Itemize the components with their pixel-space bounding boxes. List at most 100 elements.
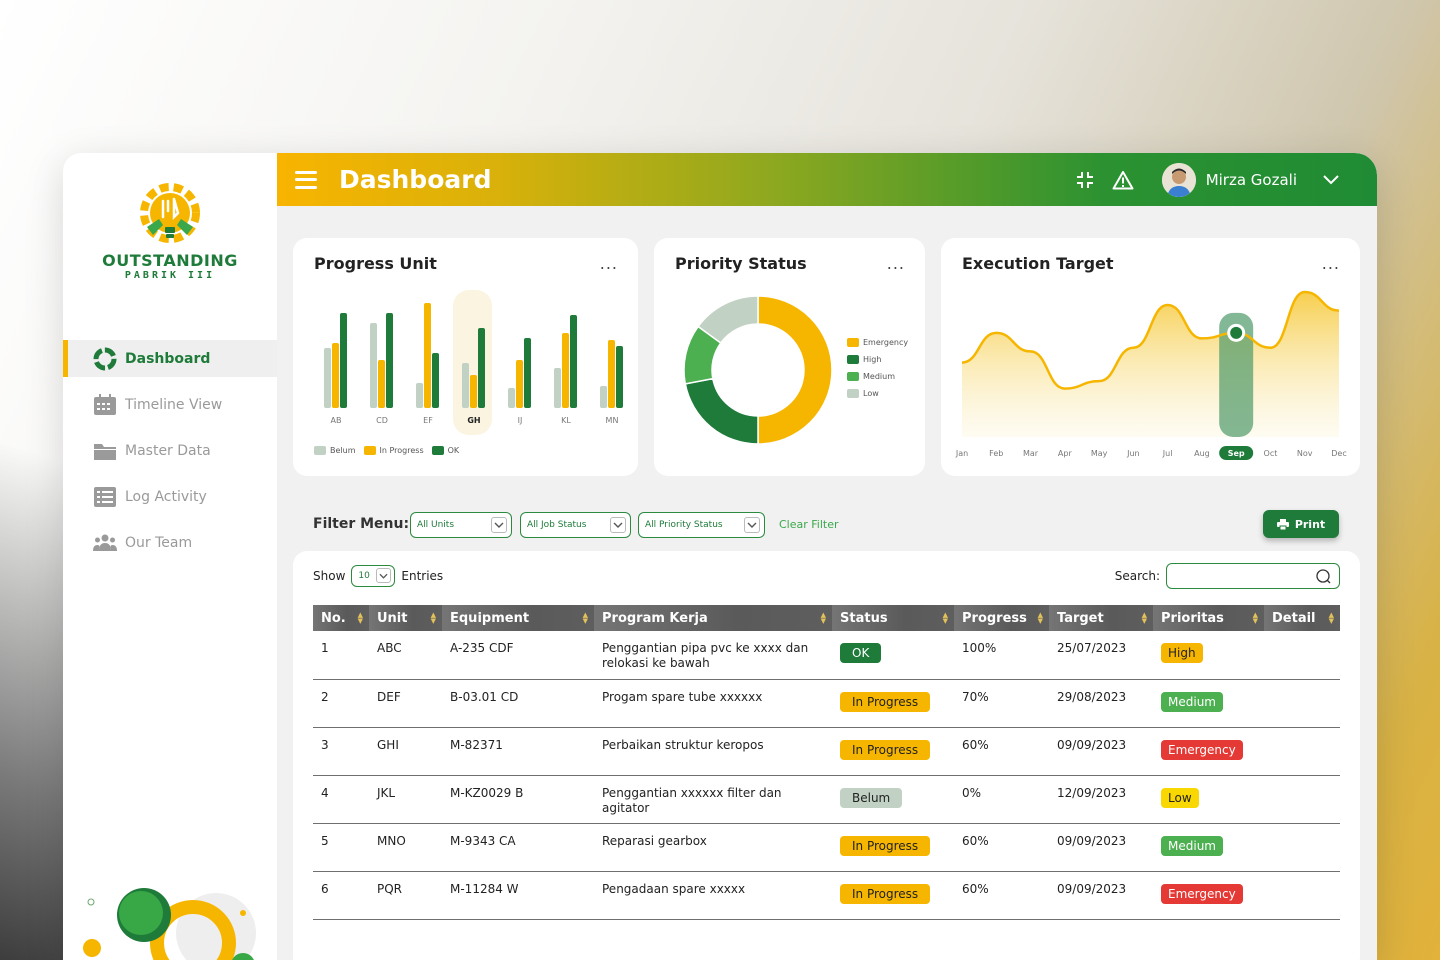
- bar-AB-ok[interactable]: [340, 313, 347, 408]
- chevron-down-icon: [610, 517, 626, 533]
- x-tick-label: May: [1091, 449, 1108, 458]
- column-header-prioritas[interactable]: Prioritas ▲ ▼: [1153, 605, 1264, 631]
- search-icon[interactable]: [1316, 569, 1331, 587]
- cell-detail[interactable]: [1264, 631, 1340, 680]
- hamburger-menu-icon[interactable]: [295, 170, 317, 189]
- printer-icon: [1276, 518, 1289, 530]
- bar-MN-belum[interactable]: [600, 386, 607, 408]
- sidebar-item-our-team[interactable]: Our Team: [63, 524, 277, 561]
- x-tick-label: AB: [331, 416, 342, 425]
- x-tick-label: Aug: [1194, 449, 1210, 458]
- more-options-icon[interactable]: ...: [887, 254, 905, 273]
- bar-MN-in-progress[interactable]: [608, 340, 615, 408]
- bar-GH-in-progress[interactable]: [470, 375, 477, 408]
- x-tick-label: EF: [423, 416, 433, 425]
- sidebar-item-dashboard[interactable]: Dashboard: [63, 340, 277, 377]
- cell-detail[interactable]: [1264, 727, 1340, 776]
- cell-detail[interactable]: [1264, 775, 1340, 824]
- bar-MN-ok[interactable]: [616, 346, 623, 408]
- bar-AB-belum[interactable]: [324, 348, 331, 408]
- column-header-status[interactable]: Status ▲ ▼: [832, 605, 954, 631]
- cell-unit: GHI: [369, 727, 442, 776]
- table-row[interactable]: 4 JKL M-KZ0029 B Penggantian xxxxxx filter …: [313, 775, 1340, 824]
- gear-bulb-logo-icon: [140, 183, 200, 243]
- column-header-progress[interactable]: Progress ▲ ▼: [954, 605, 1049, 631]
- cell-equipment: M-KZ0029 B: [442, 775, 594, 824]
- slice-high[interactable]: [684, 377, 759, 445]
- search-input[interactable]: [1173, 564, 1313, 588]
- more-options-icon[interactable]: ...: [1322, 254, 1340, 273]
- table-row[interactable]: 1 ABC A-235 CDF Penggantian pipa pvc ke xxx…: [313, 631, 1340, 680]
- cell-equipment: B-03.01 CD: [442, 679, 594, 728]
- bar-CD-in-progress[interactable]: [378, 360, 385, 408]
- table-row[interactable]: 2 DEF B-03.01 CD Progam spare tube xxxxxx In…: [313, 679, 1340, 728]
- column-header-target[interactable]: Target ▲ ▼: [1049, 605, 1153, 631]
- cell-no: 6: [313, 871, 369, 920]
- cell-detail[interactable]: [1264, 871, 1340, 920]
- chevron-down-icon[interactable]: [1323, 170, 1339, 189]
- warning-icon[interactable]: [1112, 169, 1134, 191]
- table-row[interactable]: 5 MNO M-9343 CA Reparasi gearbox In Progress…: [313, 823, 1340, 872]
- slice-emergency[interactable]: [757, 295, 833, 445]
- bar-AB-in-progress[interactable]: [332, 343, 339, 408]
- legend-item: Belum: [314, 446, 356, 455]
- cell-progress: 100%: [954, 631, 1049, 680]
- column-header-unit[interactable]: Unit ▲ ▼: [369, 605, 442, 631]
- search-field: [1166, 563, 1340, 589]
- bar-IJ-ok[interactable]: [524, 338, 531, 408]
- bar-EF-ok[interactable]: [432, 353, 439, 408]
- entries-per-page-select[interactable]: 10: [351, 565, 396, 587]
- column-header-program-kerja[interactable]: Program Kerja ▲ ▼: [594, 605, 832, 631]
- status-badge: In Progress: [840, 739, 931, 760]
- sort-icon: ▲ ▼: [1252, 611, 1258, 625]
- brand-subtitle: PABRIK III: [124, 270, 216, 281]
- sidebar-item-timeline-view[interactable]: Timeline View: [63, 386, 277, 423]
- sidebar-item-master-data[interactable]: Master Data: [63, 432, 277, 469]
- cell-progress: 60%: [954, 727, 1049, 776]
- units-filter-select[interactable]: All Units: [410, 512, 512, 538]
- priority-status-filter-select[interactable]: All Priority Status: [638, 512, 765, 538]
- folder-icon: [93, 439, 117, 463]
- user-name[interactable]: Mirza Gozali: [1206, 171, 1297, 189]
- sidebar-item-log-activity[interactable]: Log Activity: [63, 478, 277, 515]
- more-options-icon[interactable]: ...: [600, 254, 618, 273]
- team-icon: [93, 531, 117, 555]
- column-header-detail[interactable]: Detail ▲ ▼: [1264, 605, 1340, 631]
- bar-KL-belum[interactable]: [554, 368, 561, 408]
- bar-KL-in-progress[interactable]: [562, 333, 569, 408]
- brand-logo[interactable]: OUTSTANDING PABRIK III: [93, 177, 247, 281]
- cell-detail[interactable]: [1264, 679, 1340, 728]
- bar-IJ-in-progress[interactable]: [516, 360, 523, 408]
- column-header-equipment[interactable]: Equipment ▲ ▼: [442, 605, 594, 631]
- sidebar-item-label: Master Data: [125, 442, 211, 459]
- x-tick-label: Apr: [1058, 449, 1073, 458]
- app-window: OUTSTANDING PABRIK III Dashboard Timelin…: [63, 153, 1377, 960]
- chevron-down-icon: [491, 517, 507, 533]
- cell-status: In Progress: [832, 823, 954, 872]
- x-tick-label: Jul: [1162, 449, 1173, 458]
- sort-icon: ▲ ▼: [582, 611, 588, 625]
- print-button[interactable]: Print: [1263, 510, 1339, 538]
- clear-filter-link[interactable]: Clear Filter: [779, 518, 839, 531]
- bar-CD-belum[interactable]: [370, 323, 377, 408]
- sidebar-item-label: Our Team: [125, 534, 193, 551]
- collapse-icon[interactable]: [1074, 169, 1096, 191]
- bar-EF-in-progress[interactable]: [424, 303, 431, 408]
- table-row[interactable]: 6 PQR M-11284 W Pengadaan spare xxxxx In Pro…: [313, 871, 1340, 920]
- cell-detail[interactable]: [1264, 823, 1340, 872]
- column-header-no[interactable]: No. ▲ ▼: [313, 605, 369, 631]
- x-tick-label: MN: [606, 416, 619, 425]
- cell-program-kerja: Reparasi gearbox: [594, 823, 832, 872]
- bar-EF-belum[interactable]: [416, 383, 423, 408]
- filter-menu-label: Filter Menu:: [313, 516, 410, 532]
- bar-CD-ok[interactable]: [386, 313, 393, 408]
- bar-KL-ok[interactable]: [570, 315, 577, 408]
- job-status-filter-select[interactable]: All Job Status: [520, 512, 631, 538]
- user-avatar[interactable]: [1161, 162, 1196, 197]
- bar-GH-ok[interactable]: [478, 328, 485, 408]
- cell-unit: JKL: [369, 775, 442, 824]
- bar-GH-belum[interactable]: [462, 363, 469, 408]
- table-row[interactable]: 3 GHI M-82371 Perbaikan struktur keropos In …: [313, 727, 1340, 776]
- bar-IJ-belum[interactable]: [508, 388, 515, 408]
- point-marker[interactable]: [1230, 326, 1243, 339]
